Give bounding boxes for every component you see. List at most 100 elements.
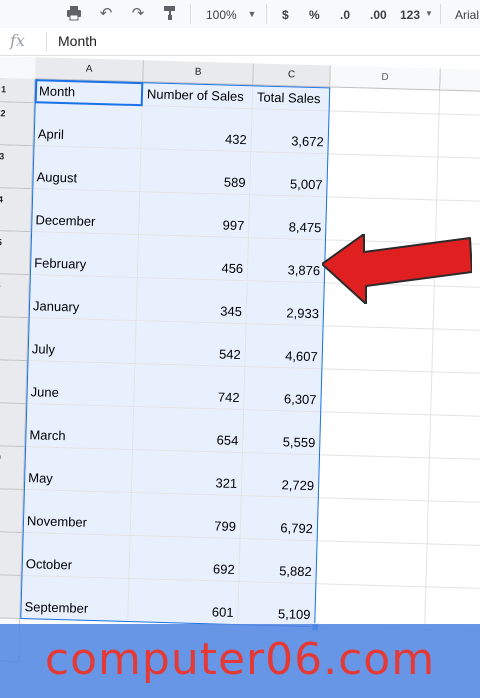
zoom-select[interactable]: 100% [206, 6, 237, 24]
row-header-5[interactable]: 5 [0, 230, 32, 276]
table-cell[interactable] [429, 415, 480, 462]
table-cell[interactable]: January [28, 275, 138, 322]
month-value: September [24, 599, 89, 616]
row-header-1[interactable]: 1 [0, 77, 36, 104]
table-cell[interactable]: 4,607 [245, 324, 324, 370]
decrease-decimal-button[interactable]: .0 [340, 6, 350, 24]
table-cell[interactable] [319, 412, 432, 459]
table-cell[interactable]: 432 [141, 106, 253, 153]
redo-icon[interactable]: ↷ [128, 5, 148, 23]
undo-icon[interactable]: ↶ [96, 5, 116, 23]
column-title: Number of Sales [146, 86, 245, 105]
table-cell[interactable]: 742 [134, 364, 246, 411]
row-header-10[interactable]: 10 [0, 445, 26, 491]
month-value: May [28, 470, 54, 486]
total-sales-value: 2,933 [286, 305, 320, 322]
table-cell[interactable] [327, 154, 439, 201]
table-cell[interactable]: 456 [137, 235, 250, 282]
font-select[interactable]: Arial [455, 6, 479, 24]
month-value: June [30, 384, 60, 400]
table-cell[interactable] [437, 157, 480, 204]
increase-decimal-button[interactable]: .00 [370, 6, 387, 24]
watermark-band: computer06.com [0, 624, 480, 698]
table-cell[interactable]: November [22, 490, 132, 537]
more-formats-button[interactable]: 123 [400, 6, 420, 24]
more-formats-dropdown-icon[interactable]: ▼ [424, 5, 434, 23]
table-cell[interactable] [428, 458, 480, 505]
table-cell[interactable]: 6,307 [244, 367, 323, 413]
row-header-2[interactable]: 2 [0, 101, 35, 147]
table-cell[interactable] [316, 541, 428, 588]
table-cell[interactable]: 345 [136, 278, 248, 325]
table-cell[interactable] [317, 498, 429, 545]
table-cell[interactable]: August [32, 146, 142, 193]
table-cell[interactable]: February [29, 232, 140, 279]
table-cell[interactable]: 589 [140, 149, 252, 196]
table-cell[interactable]: 5,109 [238, 582, 317, 628]
table-cell[interactable]: October [21, 533, 131, 580]
table-cell[interactable] [321, 369, 433, 416]
table-cell[interactable]: 2,729 [241, 453, 320, 499]
table-cell[interactable]: 5,559 [243, 410, 322, 456]
row-header-13[interactable]: 13 [0, 574, 22, 620]
table-cell[interactable] [329, 87, 441, 115]
column-header-c[interactable]: C [253, 63, 331, 88]
row-header-9[interactable]: 9 [0, 402, 27, 448]
table-cell[interactable]: 3,672 [251, 109, 330, 155]
percent-format-button[interactable]: % [309, 6, 320, 24]
select-all-corner[interactable] [0, 56, 37, 81]
row-header-12[interactable]: 12 [0, 531, 23, 577]
table-cell[interactable]: June [26, 361, 136, 408]
table-cell[interactable]: May [23, 447, 134, 494]
row-header-4[interactable]: 4 [0, 187, 33, 233]
table-cell[interactable]: September [20, 576, 130, 623]
table-cell[interactable]: 321 [131, 450, 244, 497]
table-cell[interactable] [427, 501, 480, 548]
table-cell[interactable]: March [25, 404, 135, 451]
table-cell[interactable]: 799 [130, 493, 242, 540]
table-cell[interactable] [432, 329, 480, 376]
table-cell[interactable]: 601 [128, 579, 240, 626]
month-value: December [35, 212, 96, 229]
table-cell[interactable]: 3,876 [247, 238, 326, 284]
zoom-dropdown-icon[interactable]: ▼ [246, 5, 258, 23]
table-cell[interactable]: 2,933 [246, 281, 325, 327]
table-cell[interactable]: 997 [139, 192, 251, 239]
toolbar: ↶ ↷ 100% ▼ $ % .0 .00 123 ▼ Arial [0, 0, 480, 29]
total-sales-value: 2,729 [281, 477, 315, 494]
table-cell[interactable] [322, 326, 434, 373]
column-header-d[interactable]: D [330, 65, 441, 91]
table-cell[interactable]: 542 [135, 321, 247, 368]
paint-format-icon[interactable] [160, 5, 180, 23]
table-cell[interactable] [438, 114, 480, 161]
column-header-a[interactable]: A [35, 57, 144, 83]
currency-format-button[interactable]: $ [282, 6, 289, 24]
table-cell[interactable]: 5,882 [239, 539, 318, 585]
sales-count-value: 542 [218, 346, 241, 363]
table-cell[interactable]: December [31, 189, 141, 236]
table-cell[interactable]: Number of Sales [142, 82, 254, 110]
total-sales-value: 4,607 [284, 348, 318, 365]
active-cell-a1[interactable] [34, 79, 144, 107]
table-cell[interactable]: 6,792 [240, 496, 319, 542]
table-cell[interactable]: April [33, 103, 143, 150]
sales-count-value: 799 [214, 518, 237, 534]
table-cell[interactable] [328, 111, 440, 158]
table-cell[interactable]: 692 [129, 536, 241, 583]
column-header-b[interactable]: B [143, 60, 254, 86]
print-icon[interactable] [64, 5, 84, 23]
table-cell[interactable]: 654 [133, 407, 245, 454]
table-cell[interactable] [431, 372, 480, 419]
table-cell[interactable]: Total Sales [252, 85, 331, 112]
row-header-7[interactable]: 7 [0, 316, 29, 362]
row-header-8[interactable]: 8 [0, 359, 28, 405]
table-cell[interactable] [426, 544, 480, 591]
row-header-6[interactable]: 6 [0, 273, 30, 319]
row-header-3[interactable]: 3 [0, 144, 34, 190]
table-cell[interactable]: July [27, 318, 137, 365]
table-cell[interactable] [318, 455, 430, 502]
table-cell[interactable]: 8,475 [249, 195, 328, 241]
formula-input[interactable]: Month [58, 33, 97, 49]
row-header-11[interactable]: 11 [0, 488, 24, 534]
table-cell[interactable]: 5,007 [250, 152, 329, 198]
